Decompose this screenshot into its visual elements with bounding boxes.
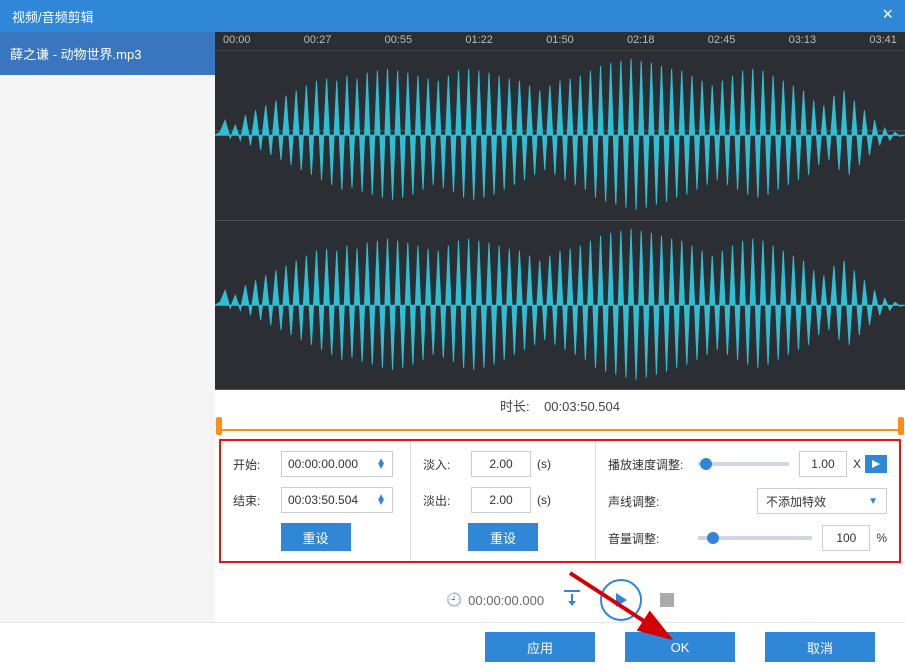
time-ruler: 00:00 00:27 00:55 01:22 01:50 02:18 02:4…: [215, 32, 905, 50]
clock-icon: 🕘: [446, 592, 462, 608]
waveform-right: [215, 221, 905, 390]
speed-unit: X: [853, 457, 861, 471]
trim-handle-left[interactable]: [216, 417, 222, 435]
duration-label: 时长:: [500, 399, 530, 414]
play-button[interactable]: [600, 579, 642, 621]
fadein-label: 淡入:: [423, 456, 471, 473]
ok-button[interactable]: OK: [625, 632, 735, 662]
fadeout-label: 淡出:: [423, 492, 471, 509]
chevron-down-icon: ▼: [868, 496, 878, 507]
stop-button[interactable]: [660, 593, 674, 607]
reset-fade-button[interactable]: 重设: [468, 523, 538, 551]
fadein-unit: (s): [537, 457, 551, 471]
volume-slider[interactable]: [698, 536, 812, 540]
titlebar: 视频/音频剪辑 ×: [0, 0, 905, 32]
start-time-input[interactable]: 00:00:00.000 ▲▼: [281, 451, 393, 477]
speed-label: 播放速度调整:: [608, 456, 698, 473]
end-label: 结束:: [233, 492, 281, 509]
fadeout-input[interactable]: 2.00: [471, 487, 531, 513]
preview-speed-icon[interactable]: [865, 455, 887, 473]
footer: 应用 OK 取消: [0, 622, 905, 671]
duration-bar: 时长: 00:03:50.504: [215, 390, 905, 421]
playback-time: 00:00:00.000: [468, 593, 544, 608]
end-time-input[interactable]: 00:03:50.504 ▲▼: [281, 487, 393, 513]
reset-trim-button[interactable]: 重设: [281, 523, 351, 551]
speed-slider[interactable]: [698, 462, 789, 466]
spinner-icon[interactable]: ▲▼: [376, 459, 386, 469]
timeline: 00:00 00:27 00:55 01:22 01:50 02:18 02:4…: [215, 32, 905, 431]
sidebar: 薛之谦 - 动物世界.mp3: [0, 32, 215, 622]
waveform-display[interactable]: [215, 50, 905, 390]
volume-input[interactable]: 100: [822, 525, 870, 551]
fadein-input[interactable]: 2.00: [471, 451, 531, 477]
cancel-button[interactable]: 取消: [765, 632, 875, 662]
duration-value: 00:03:50.504: [544, 399, 620, 414]
controls-panel: 开始: 00:00:00.000 ▲▼ 结束: 00:03:50.504 ▲▼ …: [219, 439, 901, 563]
file-list-item[interactable]: 薛之谦 - 动物世界.mp3: [0, 32, 215, 75]
voice-label: 声线调整:: [608, 493, 698, 510]
start-label: 开始:: [233, 456, 281, 473]
trim-range[interactable]: [217, 421, 903, 431]
volume-unit: %: [876, 531, 887, 545]
spinner-icon[interactable]: ▲▼: [376, 495, 386, 505]
export-icon[interactable]: [562, 590, 582, 611]
playback-bar: 🕘 00:00:00.000: [215, 567, 905, 629]
speed-input[interactable]: 1.00: [799, 451, 847, 477]
fadeout-unit: (s): [537, 493, 551, 507]
voice-effect-select[interactable]: 不添加特效 ▼: [757, 488, 887, 514]
waveform-left: [215, 51, 905, 220]
volume-label: 音量调整:: [608, 530, 698, 547]
window-title: 视频/音频剪辑: [12, 7, 94, 26]
close-icon[interactable]: ×: [882, 4, 893, 25]
trim-handle-right[interactable]: [898, 417, 904, 435]
apply-button[interactable]: 应用: [485, 632, 595, 662]
